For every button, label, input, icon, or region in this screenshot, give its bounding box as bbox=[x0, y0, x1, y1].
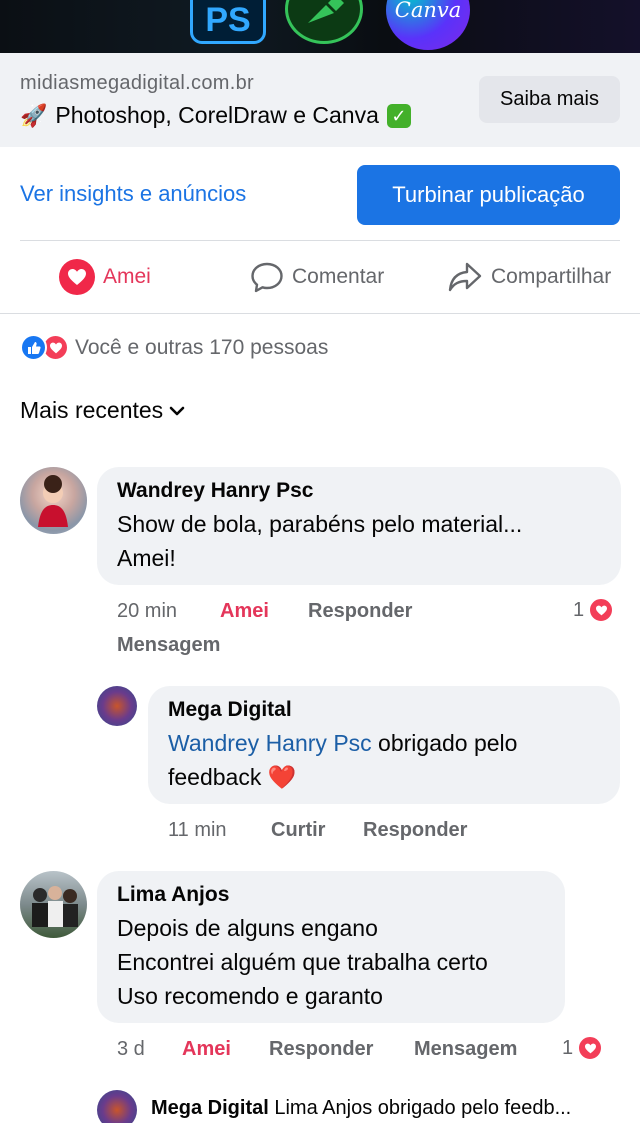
check-mark-icon: ✓ bbox=[386, 103, 411, 128]
reply-text: obrigado pelo bbox=[371, 730, 518, 756]
learn-more-button[interactable]: Saiba mais bbox=[479, 76, 620, 123]
reply-preview[interactable]: Mega Digital Lima Anjos obrigado pelo fe… bbox=[151, 1097, 621, 1120]
canva-logo-icon: Canva bbox=[386, 0, 470, 50]
reply-text-line: feedback ❤️ bbox=[168, 760, 600, 794]
comment-reaction-button[interactable]: Amei bbox=[182, 1038, 231, 1061]
reaction-count-value: 1 bbox=[562, 1036, 574, 1059]
like-reaction-icon bbox=[20, 334, 47, 361]
reply-text: feedback bbox=[168, 764, 262, 790]
coreldraw-logo-icon bbox=[285, 0, 363, 44]
photoshop-logo-icon: PS bbox=[190, 0, 266, 44]
avatar[interactable] bbox=[97, 686, 137, 726]
comment-text-line: Amei! bbox=[117, 545, 176, 571]
reactions-summary-text: Você e outras 170 pessoas bbox=[75, 335, 329, 359]
reply-preview-text: Lima Anjos obrigado pelo feedb... bbox=[274, 1097, 572, 1119]
love-reaction-icon bbox=[59, 259, 95, 295]
chevron-down-icon bbox=[169, 406, 185, 415]
comment-author[interactable]: Wandrey Hanry Psc bbox=[117, 479, 601, 503]
boost-post-button[interactable]: Turbinar publicação bbox=[357, 165, 620, 225]
react-label: Amei bbox=[103, 265, 151, 288]
comment-time: 20 min bbox=[117, 600, 178, 622]
love-reaction-icon bbox=[577, 1035, 604, 1061]
reactions-summary[interactable]: Você e outras 170 pessoas bbox=[20, 334, 328, 361]
divider bbox=[0, 313, 640, 314]
comment-button[interactable]: Comentar bbox=[250, 258, 384, 296]
link-domain: midiasmegadigital.com.br bbox=[20, 72, 254, 94]
view-insights-link[interactable]: Ver insights e anúncios bbox=[20, 181, 246, 207]
react-button[interactable]: Amei bbox=[59, 258, 151, 296]
comment-text-line: Uso recomendo e garanto bbox=[117, 983, 383, 1009]
comment-text-line: Show de bola, parabéns pelo material... bbox=[117, 511, 523, 537]
love-reaction-icon bbox=[588, 597, 615, 623]
share-icon bbox=[448, 262, 482, 292]
comment-text-line: Depois de alguns engano bbox=[117, 915, 378, 941]
reply-like-button[interactable]: Curtir bbox=[271, 819, 325, 842]
reply-bubble: Mega Digital Wandrey Hanry Psc obrigado … bbox=[148, 686, 620, 804]
share-label: Compartilhar bbox=[491, 265, 612, 288]
comment-time: 3 d bbox=[117, 1038, 145, 1060]
rocket-icon: 🚀 bbox=[20, 102, 48, 128]
comment-reply-button[interactable]: Responder bbox=[269, 1038, 373, 1061]
reaction-count-value: 1 bbox=[573, 598, 585, 621]
link-title-text: Photoshop, CorelDraw e Canva bbox=[55, 102, 379, 128]
comment-message-button[interactable]: Mensagem bbox=[414, 1038, 517, 1061]
avatar[interactable] bbox=[97, 1090, 137, 1123]
comment-reaction-count[interactable]: 1 bbox=[562, 1035, 604, 1061]
comment-reply-button[interactable]: Responder bbox=[308, 600, 412, 623]
comment-bubble: Wandrey Hanry Psc Show de bola, parabéns… bbox=[97, 467, 621, 585]
comment-author[interactable]: Lima Anjos bbox=[117, 883, 545, 907]
post-image-banner[interactable]: PS Canva bbox=[0, 0, 640, 53]
comment-label: Comentar bbox=[292, 265, 385, 288]
comment-message-button[interactable]: Mensagem bbox=[117, 634, 220, 657]
comment-bubble: Lima Anjos Depois de alguns engano Encon… bbox=[97, 871, 565, 1023]
divider bbox=[20, 240, 620, 241]
red-heart-icon: ❤️ bbox=[267, 764, 297, 790]
reply-author[interactable]: Mega Digital bbox=[168, 698, 600, 722]
comment-sort-dropdown[interactable]: Mais recentes bbox=[20, 397, 185, 424]
mention-link[interactable]: Wandrey Hanry Psc bbox=[168, 730, 372, 756]
avatar[interactable] bbox=[20, 871, 87, 938]
comment-text-line: Encontrei alguém que trabalha certo bbox=[117, 949, 488, 975]
comment-reaction-button[interactable]: Amei bbox=[220, 600, 269, 623]
reply-text-line: Wandrey Hanry Psc obrigado pelo bbox=[168, 726, 600, 760]
reply-time: 11 min bbox=[168, 819, 227, 841]
comment-icon bbox=[251, 262, 283, 293]
reply-reply-button[interactable]: Responder bbox=[363, 819, 467, 842]
share-button[interactable]: Compartilhar bbox=[447, 258, 611, 296]
link-title[interactable]: 🚀 Photoshop, CorelDraw e Canva ✓ bbox=[20, 102, 411, 129]
comment-reaction-count[interactable]: 1 bbox=[573, 597, 615, 623]
avatar[interactable] bbox=[20, 467, 87, 534]
reply-author[interactable]: Mega Digital bbox=[151, 1097, 269, 1119]
sort-label: Mais recentes bbox=[20, 397, 164, 423]
